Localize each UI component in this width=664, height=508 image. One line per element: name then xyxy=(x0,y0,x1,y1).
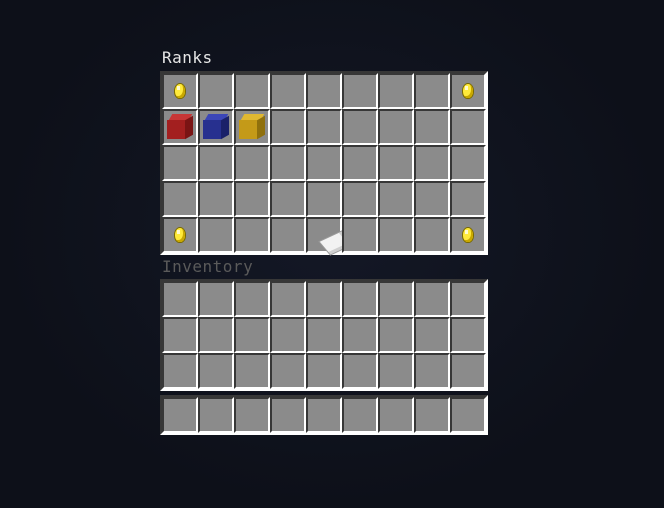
ranks-slot[interactable] xyxy=(162,73,198,109)
inventory-slot[interactable] xyxy=(162,353,198,389)
inventory-slot[interactable] xyxy=(378,317,414,353)
ranks-slot[interactable] xyxy=(306,109,342,145)
glowstone-bulb-icon xyxy=(175,228,185,242)
hotbar-grid xyxy=(160,395,488,435)
ranks-slot[interactable] xyxy=(270,217,306,253)
inventory-slot[interactable] xyxy=(306,317,342,353)
ranks-slot[interactable] xyxy=(234,217,270,253)
ranks-slot[interactable] xyxy=(414,73,450,109)
inventory-slot[interactable] xyxy=(378,353,414,389)
ranks-slot[interactable] xyxy=(414,145,450,181)
ranks-slot[interactable] xyxy=(378,145,414,181)
ranks-slot[interactable] xyxy=(414,217,450,253)
hotbar-slot[interactable] xyxy=(270,397,306,433)
ranks-slot[interactable] xyxy=(234,109,270,145)
hotbar-slot[interactable] xyxy=(162,397,198,433)
ranks-slot[interactable] xyxy=(198,73,234,109)
ranks-slot[interactable] xyxy=(198,181,234,217)
ranks-slot[interactable] xyxy=(306,217,353,255)
ranks-slot[interactable] xyxy=(198,217,234,253)
inventory-slot[interactable] xyxy=(162,281,198,317)
hotbar-slot[interactable] xyxy=(234,397,270,433)
inventory-slot[interactable] xyxy=(270,317,306,353)
glowstone-bulb-icon xyxy=(463,228,473,242)
ranks-slot[interactable] xyxy=(270,181,306,217)
inventory-slot[interactable] xyxy=(198,353,234,389)
inventory-slot[interactable] xyxy=(270,353,306,389)
ranks-slot[interactable] xyxy=(414,109,450,145)
ranks-slot[interactable] xyxy=(378,181,414,217)
yellow-wool-icon xyxy=(239,114,265,140)
ranks-grid xyxy=(160,71,488,255)
inventory-slot[interactable] xyxy=(450,317,486,353)
ranks-slot[interactable] xyxy=(198,145,234,181)
inventory-slot[interactable] xyxy=(414,281,450,317)
ranks-slot[interactable] xyxy=(270,73,306,109)
ranks-slot[interactable] xyxy=(162,145,198,181)
inventory-slot[interactable] xyxy=(234,281,270,317)
hotbar-slot[interactable] xyxy=(342,397,378,433)
ranks-slot[interactable] xyxy=(306,145,342,181)
ranks-slot[interactable] xyxy=(162,217,198,253)
ranks-slot[interactable] xyxy=(450,73,486,109)
ranks-slot[interactable] xyxy=(306,73,342,109)
inventory-title: Inventory xyxy=(162,257,254,276)
red-wool-icon xyxy=(167,114,193,140)
inventory-slot[interactable] xyxy=(306,353,342,389)
ranks-slot[interactable] xyxy=(450,181,486,217)
ranks-slot[interactable] xyxy=(450,217,486,253)
inventory-slot[interactable] xyxy=(414,353,450,389)
inventory-slot[interactable] xyxy=(198,281,234,317)
ranks-slot[interactable] xyxy=(198,109,234,145)
ranks-slot[interactable] xyxy=(234,73,270,109)
hotbar-slot[interactable] xyxy=(198,397,234,433)
ranks-slot[interactable] xyxy=(414,181,450,217)
ranks-slot[interactable] xyxy=(342,145,378,181)
ranks-slot[interactable] xyxy=(234,181,270,217)
ranks-title: Ranks xyxy=(162,48,213,67)
inventory-slot[interactable] xyxy=(342,353,378,389)
inventory-slot[interactable] xyxy=(198,317,234,353)
inventory-slot[interactable] xyxy=(234,317,270,353)
ranks-slot[interactable] xyxy=(234,145,270,181)
game-screen: Ranks Inventory xyxy=(0,0,664,508)
ranks-slot[interactable] xyxy=(378,217,414,253)
ranks-slot[interactable] xyxy=(342,217,378,253)
inventory-grid xyxy=(160,279,488,391)
inventory-slot[interactable] xyxy=(270,281,306,317)
glowstone-bulb-icon xyxy=(463,84,473,98)
inventory-slot[interactable] xyxy=(450,353,486,389)
ranks-slot[interactable] xyxy=(342,73,378,109)
hotbar-slot[interactable] xyxy=(414,397,450,433)
inventory-slot[interactable] xyxy=(378,281,414,317)
inventory-slot[interactable] xyxy=(450,281,486,317)
ranks-slot[interactable] xyxy=(270,109,306,145)
ranks-slot[interactable] xyxy=(162,109,198,145)
inventory-slot[interactable] xyxy=(162,317,198,353)
ranks-slot[interactable] xyxy=(306,181,342,217)
inventory-slot[interactable] xyxy=(342,281,378,317)
inventory-slot[interactable] xyxy=(306,281,342,317)
hotbar-slot[interactable] xyxy=(450,397,486,433)
ranks-slot[interactable] xyxy=(450,145,486,181)
glowstone-bulb-icon xyxy=(175,84,185,98)
ranks-slot[interactable] xyxy=(342,109,378,145)
inventory-slot[interactable] xyxy=(234,353,270,389)
inventory-slot[interactable] xyxy=(414,317,450,353)
hotbar-slot[interactable] xyxy=(306,397,342,433)
ranks-slot[interactable] xyxy=(378,73,414,109)
ranks-slot[interactable] xyxy=(162,181,198,217)
ranks-slot[interactable] xyxy=(270,145,306,181)
blue-wool-icon xyxy=(203,114,229,140)
ranks-slot[interactable] xyxy=(342,181,378,217)
inventory-slot[interactable] xyxy=(342,317,378,353)
ranks-slot[interactable] xyxy=(450,109,486,145)
hotbar-slot[interactable] xyxy=(378,397,414,433)
ranks-slot[interactable] xyxy=(378,109,414,145)
